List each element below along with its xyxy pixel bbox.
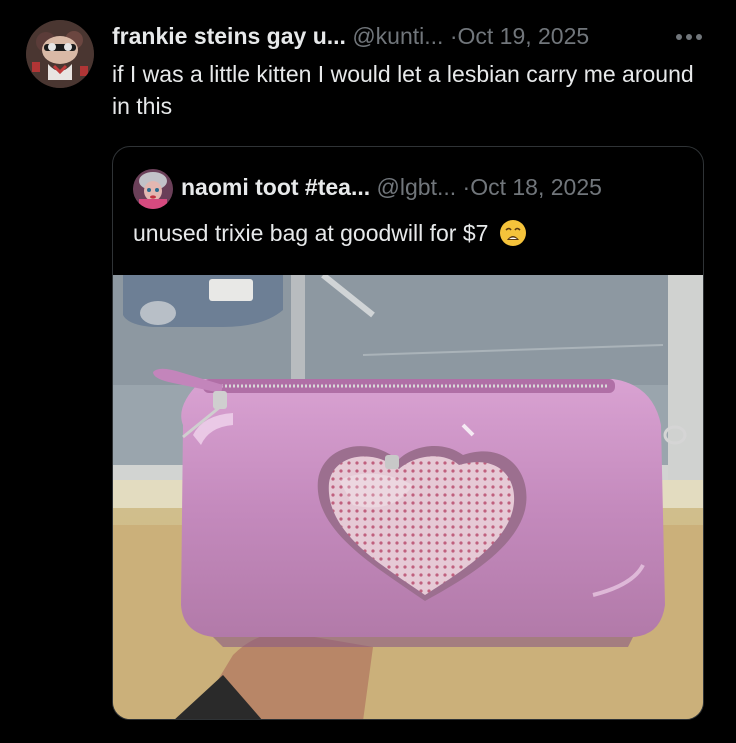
handle[interactable]: @kunti... — [352, 23, 443, 49]
tweet-header: frankie steins gay u... @kunti... ·Oct 1… — [112, 20, 722, 52]
quoted-timestamp[interactable]: Oct 18, 2025 — [470, 174, 602, 200]
quoted-display-name[interactable]: naomi toot #tea... — [181, 174, 370, 200]
quoted-tweet-card[interactable]: naomi toot #tea... @lgbt... ·Oct 18, 202… — [112, 146, 704, 720]
tweet[interactable]: frankie steins gay u... @kunti... ·Oct 1… — [0, 0, 736, 743]
quoted-tweet-header: naomi toot #tea... @lgbt... ·Oct 18, 202… — [181, 171, 602, 203]
tweet-text: if I was a little kitten I would let a l… — [112, 61, 694, 119]
quoted-tweet-text-line: unused trixie bag at goodwill for $7 — [133, 217, 683, 249]
quoted-tweet-text: unused trixie bag at goodwill for $7 — [133, 220, 489, 246]
avatar-image — [26, 20, 94, 88]
quoted-avatar-image — [133, 169, 173, 209]
quoted-media-photo[interactable] — [113, 275, 704, 720]
avatar[interactable] — [26, 20, 94, 88]
more-horizontal-icon[interactable] — [672, 30, 706, 44]
quoted-avatar[interactable] — [133, 169, 173, 209]
display-name[interactable]: frankie steins gay u... — [112, 23, 346, 49]
weary-face-emoji-icon — [499, 220, 526, 246]
quoted-handle[interactable]: @lgbt... — [377, 174, 457, 200]
timestamp[interactable]: Oct 19, 2025 — [457, 23, 589, 49]
